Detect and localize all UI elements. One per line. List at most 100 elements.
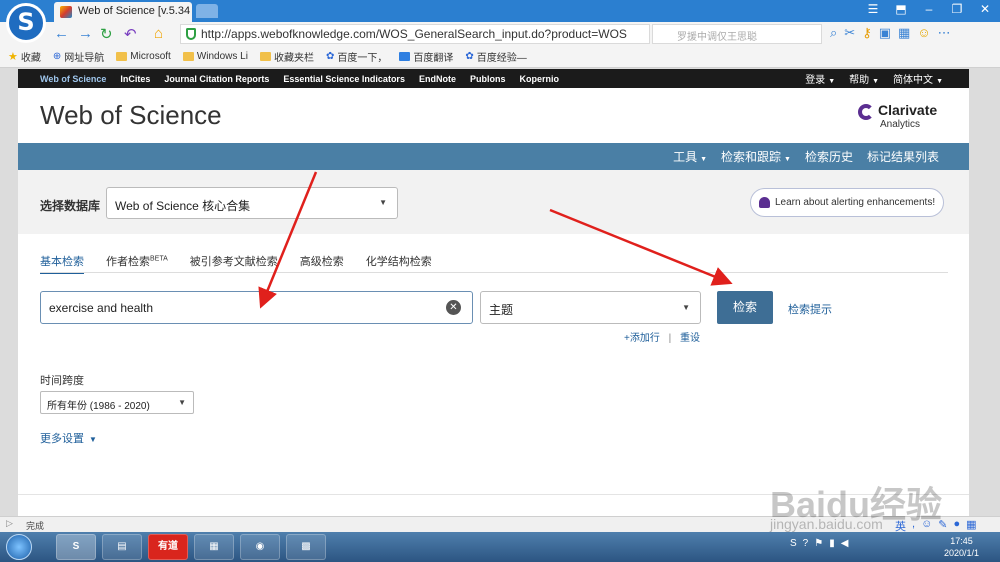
url-input[interactable]: http://apps.webofknowledge.com/WOS_Gener… <box>180 24 650 44</box>
browser-search-input[interactable]: 罗援中调仅王思聪 <box>652 24 822 44</box>
taskbar-sogou-browser[interactable]: S <box>56 534 96 560</box>
search-button[interactable]: 检索 <box>717 291 773 324</box>
search-history-link[interactable]: 检索历史 <box>805 148 853 165</box>
search-icon[interactable]: ⌕ <box>830 25 837 41</box>
search-query-value: exercise and health <box>49 301 154 315</box>
taskbar-wps[interactable]: ▩ <box>286 534 326 560</box>
timespan-value: 所有年份 (1986 - 2020) <box>47 401 150 412</box>
flag-icon[interactable]: ⚑ <box>814 538 823 549</box>
nav-web-of-science[interactable]: Web of Science <box>40 74 106 84</box>
menu-icon[interactable]: ☰ <box>864 2 882 16</box>
extension-icon[interactable]: ▣ <box>879 25 891 41</box>
chevron-down-icon: ▼ <box>682 303 690 312</box>
folder-icon <box>182 52 194 61</box>
network-icon[interactable]: ▮ <box>829 538 835 549</box>
bookmark-item[interactable]: Windows Li <box>182 51 248 62</box>
grid-icon[interactable]: ▦ <box>898 25 910 41</box>
database-label: 选择数据库 <box>40 199 101 213</box>
tab-author-label: 作者检索 <box>106 256 150 268</box>
sogou-tray-icon[interactable]: S <box>790 538 797 549</box>
bookmark-label: 百度翻译 <box>413 53 454 64</box>
more-icon[interactable]: ⋯ <box>938 25 951 41</box>
help-menu[interactable]: 帮助 ▼ <box>849 71 879 86</box>
smile-icon[interactable]: ☺ <box>917 25 930 41</box>
taskbar-chrome[interactable]: ◉ <box>240 534 280 560</box>
nav-endnote[interactable]: EndNote <box>419 74 456 84</box>
nav-kopernio[interactable]: Kopernio <box>519 74 559 84</box>
nav-jcr[interactable]: Journal Citation Reports <box>164 74 269 84</box>
more-settings-toggle[interactable]: 更多设置 ▼ <box>40 430 97 446</box>
tools-menu[interactable]: 工具 ▼ <box>673 148 707 165</box>
home-icon[interactable]: ⌂ <box>154 25 163 42</box>
bookmark-item[interactable]: 百度翻译 <box>399 49 453 64</box>
brand-name: Clarivate <box>878 102 938 118</box>
bookmark-item[interactable]: ✿ 百度一下， <box>326 49 387 64</box>
reset-link[interactable]: 重设 <box>680 333 700 344</box>
taskbar-youdao[interactable]: 有道 <box>148 534 188 560</box>
bookmark-item[interactable]: Microsoft <box>116 51 171 62</box>
undo-icon[interactable]: ↶ <box>124 25 137 43</box>
tab-structure-search[interactable]: 化学结构检索 <box>366 253 432 274</box>
system-tray: S ? ⚑ ▮ ◀ <box>790 538 848 549</box>
start-button[interactable] <box>6 534 32 560</box>
bookmark-item[interactable]: ✿ 百度经验— <box>465 49 526 64</box>
timespan-select[interactable]: 所有年份 (1986 - 2020) ▼ <box>40 391 194 414</box>
minimize-icon[interactable]: – <box>920 2 938 16</box>
beta-badge: BETA <box>150 255 168 263</box>
chevron-down-icon: ▼ <box>936 78 943 85</box>
folder-icon <box>116 52 128 61</box>
add-row-link[interactable]: +添加行 <box>624 333 660 344</box>
nav-incites[interactable]: InCites <box>120 74 150 84</box>
nav-esi[interactable]: Essential Science Indicators <box>283 74 405 84</box>
search-field-value: 主题 <box>489 303 514 317</box>
nav-publons[interactable]: Publons <box>470 74 506 84</box>
alerting-enhancements-link[interactable]: Learn about alerting enhancements! <box>750 188 944 217</box>
folder-icon <box>259 52 271 61</box>
search-tabs: 基本检索 作者检索BETA 被引参考文献检索 高级检索 化学结构检索 <box>40 253 432 274</box>
tab-cited-reference-search[interactable]: 被引参考文献检索 <box>190 253 278 274</box>
cut-icon[interactable]: ✂ <box>844 25 855 41</box>
bookmark-label: 网址导航 <box>64 53 105 64</box>
marked-list-link[interactable]: 标记结果列表 <box>867 148 939 165</box>
search-query-input[interactable]: exercise and health ✕ <box>40 291 473 324</box>
tab-advanced-search[interactable]: 高级检索 <box>300 253 344 274</box>
windows-taskbar: S ▤ 有道 ▦ ◉ ▩ S ? ⚑ ▮ ◀ 17:45 2020/1/1 <box>0 532 1000 562</box>
tab-author-search[interactable]: 作者检索BETA <box>106 253 168 274</box>
login-menu[interactable]: 登录 ▼ <box>805 71 835 86</box>
brand-sub: Analytics <box>880 119 921 130</box>
taskbar-explorer[interactable]: ▤ <box>102 534 142 560</box>
language-menu[interactable]: 简体中文 ▼ <box>893 71 943 86</box>
bookmark-item[interactable]: ★ 收藏 <box>8 49 41 64</box>
bookmark-item[interactable]: ⊕ 网址导航 <box>53 49 104 64</box>
search-tips-link[interactable]: 检索提示 <box>788 301 832 317</box>
search-field-select[interactable]: 主题 ▼ <box>480 291 701 324</box>
back-icon[interactable]: ← <box>54 25 69 42</box>
help-icon[interactable]: ? <box>803 538 809 549</box>
login-label: 登录 <box>805 75 826 86</box>
clock[interactable]: 17:45 2020/1/1 <box>944 535 979 559</box>
toolbar-icons: ⌕ ✂ ⚷ ▣ ▦ ☺ ⋯ <box>830 25 951 41</box>
youdao-label: 有道 <box>158 541 178 552</box>
globe-icon: ⊕ <box>52 51 62 62</box>
database-select[interactable]: Web of Science 核心合集 ▼ <box>106 187 398 219</box>
new-tab-button[interactable] <box>196 4 218 18</box>
clock-date: 2020/1/1 <box>944 548 980 558</box>
maximize-icon[interactable]: ❐ <box>948 2 966 16</box>
key-icon[interactable]: ⚷ <box>862 25 872 41</box>
clear-icon[interactable]: ✕ <box>446 300 461 315</box>
bookmark-item[interactable]: 收藏夹栏 <box>259 49 314 64</box>
database-row: 选择数据库 Web of Science 核心合集 ▼ Learn about … <box>18 170 969 234</box>
taskbar-office[interactable]: ▦ <box>194 534 234 560</box>
window-controls: ☰ ⬒ – ❐ ✕ <box>864 2 994 16</box>
volume-icon[interactable]: ◀ <box>841 538 849 549</box>
skin-icon[interactable]: ⬒ <box>892 2 910 16</box>
bookmark-label: 收藏夹栏 <box>273 53 314 64</box>
tab-basic-search[interactable]: 基本检索 <box>40 253 84 274</box>
bookmarks-bar: ★ 收藏 ⊕ 网址导航 Microsoft Windows Li 收藏夹栏 ✿ 百度一… <box>0 46 1000 68</box>
browser-tab-active[interactable]: Web of Science [v.5.34 <box>54 2 192 22</box>
refresh-icon[interactable]: ↻ <box>100 25 113 43</box>
sidebar-toggle-icon[interactable]: ▷ <box>6 518 13 529</box>
forward-icon[interactable]: → <box>78 25 93 42</box>
close-icon[interactable]: ✕ <box>976 2 994 16</box>
search-tracking-menu[interactable]: 检索和跟踪 ▼ <box>721 148 791 165</box>
